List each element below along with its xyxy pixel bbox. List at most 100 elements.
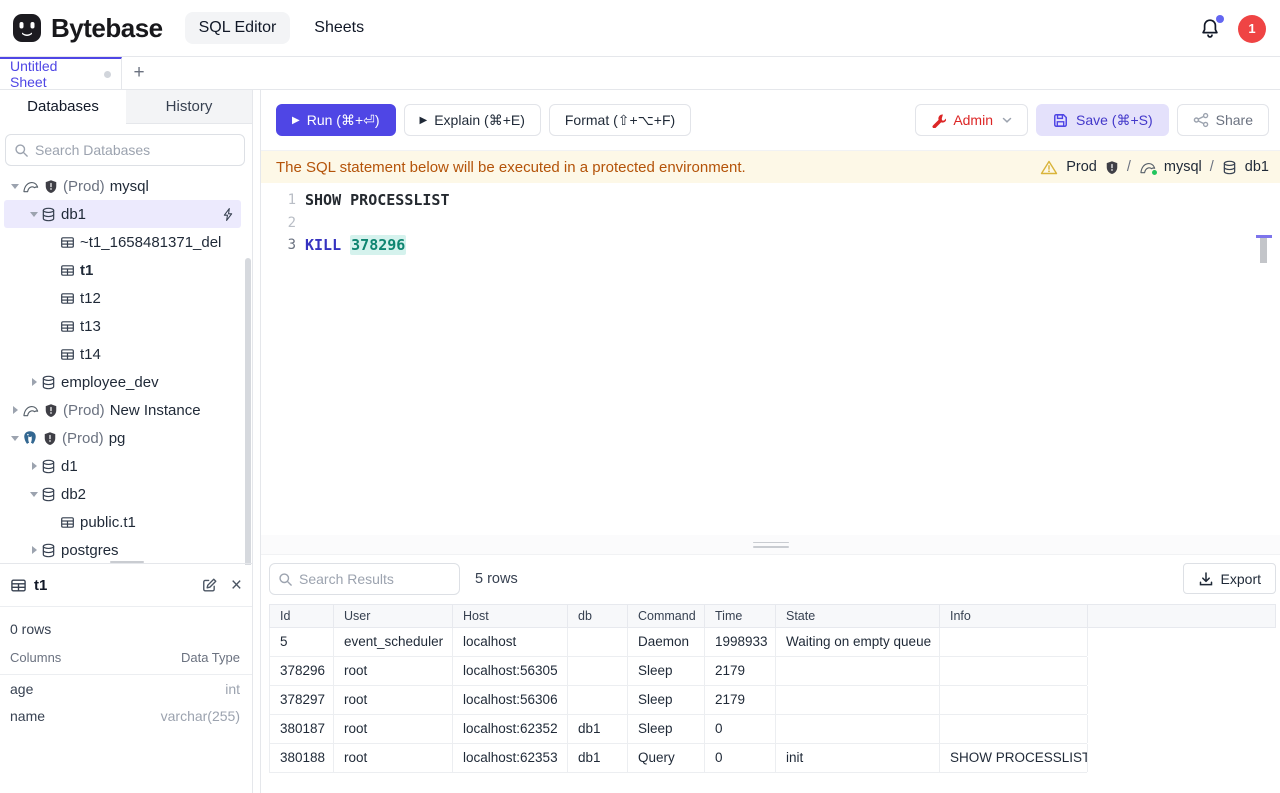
table-icon xyxy=(60,263,75,278)
tree-item-new-instance[interactable]: (Prod)New Instance xyxy=(4,396,241,424)
tree-item-d1[interactable]: d1 xyxy=(4,452,241,480)
mysql-icon xyxy=(22,403,39,418)
tree-item-t1[interactable]: t1 xyxy=(4,256,241,284)
nav-sql-editor[interactable]: SQL Editor xyxy=(185,12,291,44)
table-row[interactable]: 378296rootlocalhost:56305Sleep2179 xyxy=(269,657,1087,686)
table-row[interactable]: 380187rootlocalhost:62352db1Sleep0 xyxy=(269,715,1087,744)
caret-down-icon[interactable] xyxy=(8,436,22,441)
caret-right-icon[interactable] xyxy=(27,462,41,470)
export-button[interactable]: Export xyxy=(1183,563,1276,594)
breadcrumb-database[interactable]: db1 xyxy=(1245,159,1269,175)
caret-right-icon[interactable] xyxy=(27,378,41,386)
table-cell xyxy=(568,628,628,656)
column-header-state[interactable]: State xyxy=(776,605,940,627)
share-button[interactable]: Share xyxy=(1177,104,1269,136)
column-header-host[interactable]: Host xyxy=(453,605,568,627)
tree-item-postgres[interactable]: postgres xyxy=(4,536,241,563)
bytebase-logo-icon xyxy=(12,13,42,43)
caret-down-icon[interactable] xyxy=(27,492,41,497)
column-header-info[interactable]: Info xyxy=(940,605,1088,627)
tree-item-label: New Instance xyxy=(110,402,201,419)
table-row[interactable]: 378297rootlocalhost:56306Sleep2179 xyxy=(269,686,1087,715)
tree-item-public-t1[interactable]: public.t1 xyxy=(4,508,241,536)
search-icon xyxy=(14,143,29,158)
table-icon xyxy=(10,577,27,594)
brand-name: Bytebase xyxy=(51,13,163,44)
brand[interactable]: Bytebase xyxy=(0,13,163,44)
table-cell: localhost xyxy=(453,628,568,656)
breadcrumb-separator: / xyxy=(1127,159,1131,175)
protected-environment-banner: The SQL statement below will be executed… xyxy=(261,151,1280,183)
tree-item-label: ~t1_1658481371_del xyxy=(80,234,221,251)
editor-line[interactable]: 2 xyxy=(261,212,1280,235)
table-row[interactable]: 5event_schedulerlocalhostDaemon1998933Wa… xyxy=(269,628,1087,657)
tree-item-t14[interactable]: t14 xyxy=(4,340,241,368)
admin-mode-button[interactable]: Admin xyxy=(915,104,1028,136)
column-header-db[interactable]: db xyxy=(568,605,628,627)
sidebar: Databases History (Prod)mysqldb1 ~t1_1658… xyxy=(0,90,253,793)
avatar[interactable]: 1 xyxy=(1238,15,1266,43)
results-resize-handle[interactable] xyxy=(753,542,789,548)
format-button[interactable]: Format (⇧+⌥+F) xyxy=(549,104,691,136)
caret-right-icon[interactable] xyxy=(8,406,22,414)
tree-item-employee-dev[interactable]: employee_dev xyxy=(4,368,241,396)
caret-down-icon[interactable] xyxy=(27,212,41,217)
table-cell xyxy=(940,715,1088,743)
column-header-user[interactable]: User xyxy=(334,605,453,627)
main-area: ▶ Run (⌘+⏎) ▶ Explain (⌘+E) Format (⇧+⌥+… xyxy=(260,90,1280,793)
table-icon xyxy=(60,347,75,362)
table-cell: init xyxy=(776,744,940,772)
edit-icon[interactable] xyxy=(201,577,218,594)
results-search-input[interactable] xyxy=(299,571,451,587)
tab-history[interactable]: History xyxy=(126,90,252,123)
notifications-button[interactable] xyxy=(1198,17,1222,41)
column-type: varchar(255) xyxy=(161,708,240,724)
editor-scrollbar-thumb[interactable] xyxy=(1260,238,1267,263)
tree-item-db1[interactable]: db1 xyxy=(4,200,241,228)
tree-item--t1-1658481371-del[interactable]: ~t1_1658481371_del xyxy=(4,228,241,256)
tree-item-db2[interactable]: db2 xyxy=(4,480,241,508)
save-button[interactable]: Save (⌘+S) xyxy=(1036,104,1169,136)
bolt-icon[interactable] xyxy=(221,207,235,222)
tree-item-label: t14 xyxy=(80,346,101,363)
table-cell: localhost:56306 xyxy=(453,686,568,714)
table-row[interactable]: 380188rootlocalhost:62353db1Query0initSH… xyxy=(269,744,1087,773)
schema-columns-list: ageintnamevarchar(255) xyxy=(0,675,252,729)
tree-item-environment: (Prod) xyxy=(63,178,105,195)
tree-scrollbar[interactable] xyxy=(245,258,251,585)
editor-line[interactable]: 1SHOW PROCESSLIST xyxy=(261,189,1280,212)
close-icon[interactable]: × xyxy=(231,576,242,595)
tree-item-pg[interactable]: (Prod)pg xyxy=(4,424,241,452)
tab-untitled-sheet[interactable]: Untitled Sheet xyxy=(0,57,122,89)
tree-item-t13[interactable]: t13 xyxy=(4,312,241,340)
caret-right-icon[interactable] xyxy=(27,546,41,554)
editor-line[interactable]: 3KILL 378296 xyxy=(261,234,1280,257)
explain-button[interactable]: ▶ Explain (⌘+E) xyxy=(404,104,541,136)
table-cell: 2179 xyxy=(705,657,776,685)
run-button[interactable]: ▶ Run (⌘+⏎) xyxy=(276,104,396,136)
top-nav: SQL Editor Sheets xyxy=(185,12,378,44)
column-header-command[interactable]: Command xyxy=(628,605,705,627)
column-header-id[interactable]: Id xyxy=(270,605,334,627)
tree-item-mysql[interactable]: (Prod)mysql xyxy=(4,172,241,200)
caret-down-icon[interactable] xyxy=(8,184,22,189)
schema-panel-header: t1 × xyxy=(0,565,252,607)
nav-sheets[interactable]: Sheets xyxy=(300,12,378,44)
chevron-down-icon xyxy=(1002,116,1012,124)
tree-item-label: public.t1 xyxy=(80,514,136,531)
table-icon xyxy=(60,515,75,530)
database-search-input[interactable] xyxy=(35,142,236,158)
top-header: Bytebase SQL Editor Sheets 1 xyxy=(0,0,1280,57)
tab-databases[interactable]: Databases xyxy=(0,90,126,124)
column-header-time[interactable]: Time xyxy=(705,605,776,627)
table-cell: Sleep xyxy=(628,715,705,743)
breadcrumb-instance[interactable]: mysql xyxy=(1164,159,1202,175)
tree-item-t12[interactable]: t12 xyxy=(4,284,241,312)
sheet-tab-label: Untitled Sheet xyxy=(10,58,96,90)
breadcrumb-environment[interactable]: Prod xyxy=(1066,159,1097,175)
add-sheet-button[interactable]: + xyxy=(122,57,156,89)
table-cell: localhost:62352 xyxy=(453,715,568,743)
table-cell: db1 xyxy=(568,715,628,743)
sql-code-editor[interactable]: 1SHOW PROCESSLIST23KILL 378296 xyxy=(261,183,1280,535)
warning-message: The SQL statement below will be executed… xyxy=(276,159,746,176)
